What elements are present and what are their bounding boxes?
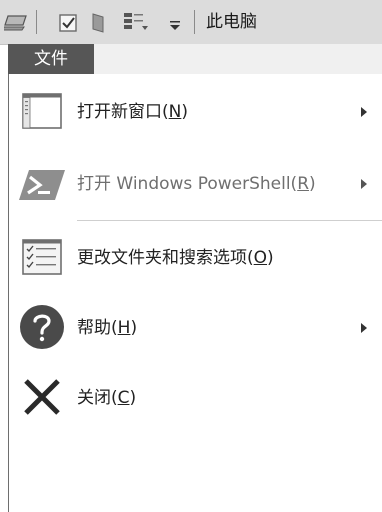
menu-item-open-new-window[interactable]: 打开新窗口(N) [9,80,382,144]
submenu-arrow-icon [361,179,367,189]
new-folder-icon[interactable] [90,10,106,34]
window-title: 此电脑 [206,12,257,32]
menu-item-label: 打开 Windows PowerShell(R) [77,174,316,194]
powershell-icon [19,170,65,200]
folder-options-icon [22,239,62,275]
menu-item-label: 帮助(H) [77,318,138,338]
menu-item-label: 更改文件夹和搜索选项(O) [77,248,274,268]
menu-item-label: 打开新窗口(N) [77,102,188,122]
new-window-icon [22,93,62,129]
submenu-arrow-icon [361,107,367,117]
title-bar: 此电脑 [0,0,382,45]
customize-dropdown-icon[interactable] [168,10,182,34]
submenu-arrow-icon [361,323,367,333]
close-icon [24,379,60,415]
ribbon-background [94,44,382,74]
toolbar-separator [194,10,195,34]
menu-item-close[interactable]: 关闭(C) [9,366,382,430]
help-icon [20,305,64,349]
properties-check-icon[interactable] [58,10,78,34]
menu-divider [77,220,382,221]
file-menu-panel: 打开新窗口(N) 打开 Windows PowerShell(R) 更改文件夹和… [8,74,382,512]
menu-item-label: 关闭(C) [77,388,137,408]
menu-item-help[interactable]: 帮助(H) [9,296,382,360]
layout-icon[interactable] [122,10,148,34]
ribbon-tab-strip: 文件 [0,44,382,74]
menu-item-folder-options[interactable]: 更改文件夹和搜索选项(O) [9,226,382,290]
toolbar-separator [36,10,37,34]
computer-icon[interactable] [4,10,30,34]
menu-item-open-powershell[interactable]: 打开 Windows PowerShell(R) [9,152,382,216]
tab-file[interactable]: 文件 [8,44,94,74]
